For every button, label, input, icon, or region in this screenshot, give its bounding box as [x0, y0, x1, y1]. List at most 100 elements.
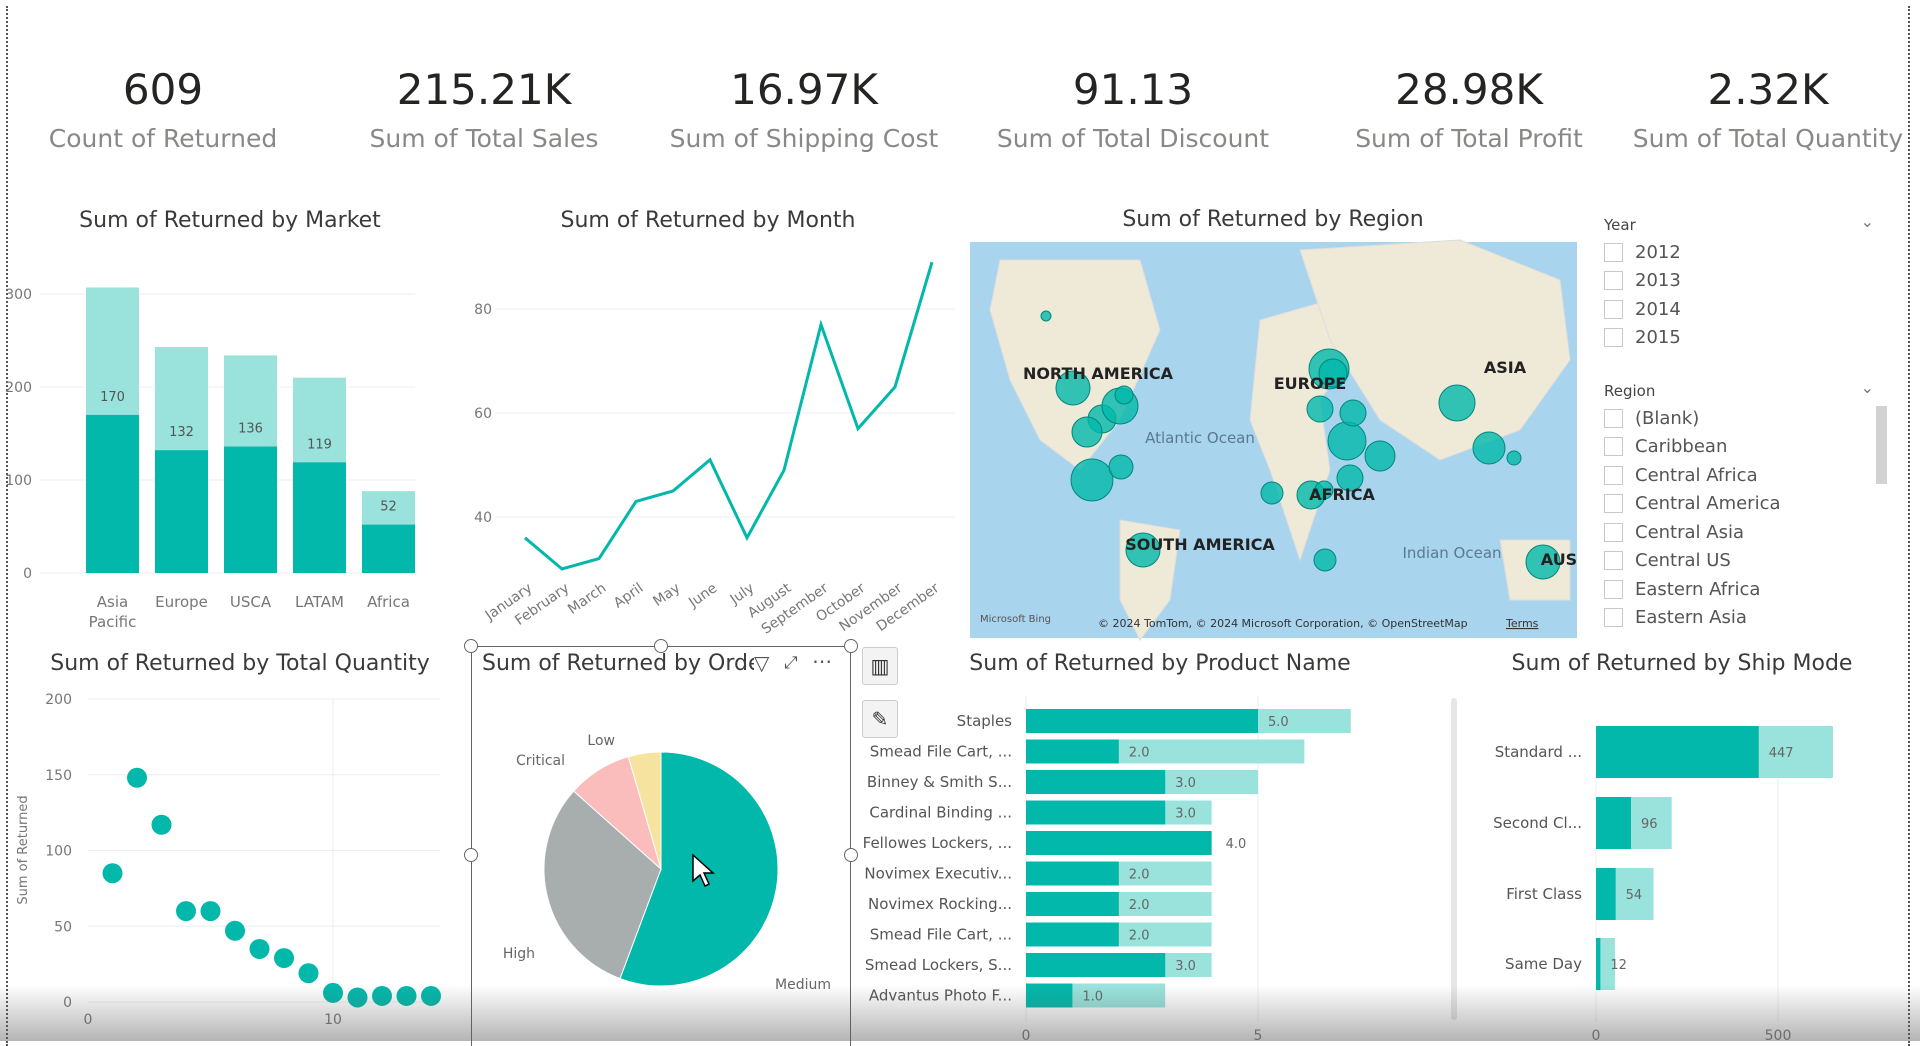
chevron-down-icon[interactable]: ⌄ — [1861, 378, 1874, 397]
slicer-item-label: 2013 — [1635, 270, 1681, 291]
region-slicer-item[interactable]: Caribbean — [1604, 433, 1874, 462]
region-slicer-item[interactable]: Central Africa — [1604, 461, 1874, 490]
slicer-item-label: Central America — [1635, 493, 1781, 514]
y-tick-label: 100 — [45, 844, 72, 860]
pie-label: Low — [587, 733, 615, 749]
y-tick-label: 40 — [474, 510, 492, 526]
bar-returned — [1026, 770, 1165, 794]
region-slicer-item[interactable]: Eastern Asia — [1604, 604, 1874, 633]
x-tick-label: May — [650, 580, 683, 610]
y-tick-label: 300 — [5, 287, 32, 303]
y-tick-label: 60 — [474, 406, 492, 422]
checkbox[interactable] — [1604, 243, 1623, 262]
x-tick-label: Europe — [155, 593, 208, 611]
bing-logo: Microsoft Bing — [980, 614, 1051, 625]
data-label: 447 — [1769, 746, 1794, 761]
x-tick-label: AsiaPacific — [89, 593, 137, 631]
checkbox[interactable] — [1604, 551, 1623, 570]
chevron-down-icon[interactable]: ⌄ — [1861, 212, 1874, 231]
region-slicer-item[interactable]: Eastern Africa — [1604, 575, 1874, 604]
map-attribution: © 2024 TomTom, © 2024 Microsoft Corporat… — [1098, 617, 1468, 630]
slicer-item-label: Eastern Africa — [1635, 579, 1760, 600]
y-tick-label: 80 — [474, 302, 492, 318]
y-tick-label: 200 — [5, 380, 32, 396]
line-series — [525, 262, 932, 569]
y-category-label: Smead File Cart, ... — [870, 926, 1012, 944]
map-bubble — [1328, 422, 1366, 460]
scatter-point — [176, 901, 196, 921]
region-slicer-item[interactable]: (Blank) — [1604, 404, 1874, 433]
slicer-item-label: (Blank) — [1635, 408, 1699, 429]
region-slicer-item[interactable]: Central US — [1604, 547, 1874, 576]
region-slicer: Region⌄ (Blank)CaribbeanCentral AfricaCe… — [1604, 382, 1874, 632]
bar-returned — [293, 462, 346, 573]
year-slicer-item[interactable]: 2014 — [1604, 295, 1874, 324]
slicer-item-label: 2012 — [1635, 242, 1681, 263]
checkbox[interactable] — [1604, 437, 1623, 456]
year-slicer-item[interactable]: 2015 — [1604, 324, 1874, 353]
y-category-label: First Class — [1506, 885, 1582, 903]
data-label: 3.0 — [1175, 807, 1196, 822]
bar-returned — [1026, 862, 1119, 886]
map-bubble — [1109, 455, 1133, 479]
map-bubble — [1507, 451, 1521, 465]
y-category-label: Staples — [957, 712, 1013, 730]
data-label: 2.0 — [1129, 746, 1150, 761]
bar-returned — [1026, 892, 1119, 916]
checkbox[interactable] — [1604, 466, 1623, 485]
checkbox[interactable] — [1604, 300, 1623, 319]
map-label: AFRICA — [1309, 485, 1375, 504]
y-tick-label: 150 — [45, 768, 72, 784]
y-category-label: Novimex Executiv... — [864, 865, 1012, 883]
data-label: 3.0 — [1175, 959, 1196, 974]
checkbox[interactable] — [1604, 523, 1623, 542]
map-bubble — [1115, 386, 1133, 404]
slicer-item-label: Eastern Asia — [1635, 607, 1747, 628]
bar-returned — [362, 525, 415, 573]
data-label: 119 — [307, 437, 332, 452]
checkbox[interactable] — [1604, 580, 1623, 599]
region-slicer-label: Region — [1604, 382, 1655, 400]
checkbox[interactable] — [1604, 608, 1623, 627]
x-tick-label: March — [565, 580, 609, 618]
slicer-item-label: Central Asia — [1635, 522, 1744, 543]
data-label: 132 — [169, 425, 194, 440]
bar-returned — [1596, 938, 1600, 990]
y-category-label: Second Cl... — [1493, 814, 1582, 832]
y-category-label: Novimex Rocking... — [868, 895, 1012, 913]
y-axis-title: Sum of Returned — [16, 795, 31, 904]
checkbox[interactable] — [1604, 409, 1623, 428]
product-chart-scrollbar[interactable] — [1451, 698, 1457, 1020]
checkbox[interactable] — [1604, 328, 1623, 347]
map-bubble — [1072, 417, 1102, 447]
map-bubble — [1365, 441, 1395, 471]
slicer-item-label: Central US — [1635, 550, 1731, 571]
data-label: 170 — [100, 390, 125, 405]
map-label: Atlantic Ocean — [1145, 429, 1255, 447]
checkbox[interactable] — [1604, 271, 1623, 290]
data-label: 96 — [1641, 817, 1658, 832]
bar-returned — [1026, 953, 1165, 977]
x-tick-label: April — [611, 580, 646, 611]
y-tick-label: 100 — [5, 473, 32, 489]
bar-returned — [1026, 801, 1165, 825]
map-bubble — [1473, 432, 1505, 464]
y-category-label: Fellowes Lockers, ... — [863, 834, 1012, 852]
map-bubble — [1307, 396, 1333, 422]
bar-returned — [1596, 868, 1616, 920]
scatter-point — [250, 939, 270, 959]
y-category-label: Smead Lockers, S... — [865, 956, 1012, 974]
map-terms-link[interactable]: Terms — [1505, 617, 1539, 630]
region-slicer-item[interactable]: Central America — [1604, 490, 1874, 519]
bar-returned — [1026, 740, 1119, 764]
bar-returned — [1596, 797, 1631, 849]
region-slicer-item[interactable]: Central Asia — [1604, 518, 1874, 547]
scatter-point — [225, 921, 245, 941]
slicer-scrollbar[interactable] — [1876, 406, 1887, 484]
checkbox[interactable] — [1604, 494, 1623, 513]
map-label: ASIA — [1484, 358, 1527, 377]
map-bubble — [1314, 549, 1336, 571]
y-tick-label: 200 — [45, 692, 72, 708]
year-slicer-item[interactable]: 2013 — [1604, 267, 1874, 296]
year-slicer-item[interactable]: 2012 — [1604, 238, 1874, 267]
